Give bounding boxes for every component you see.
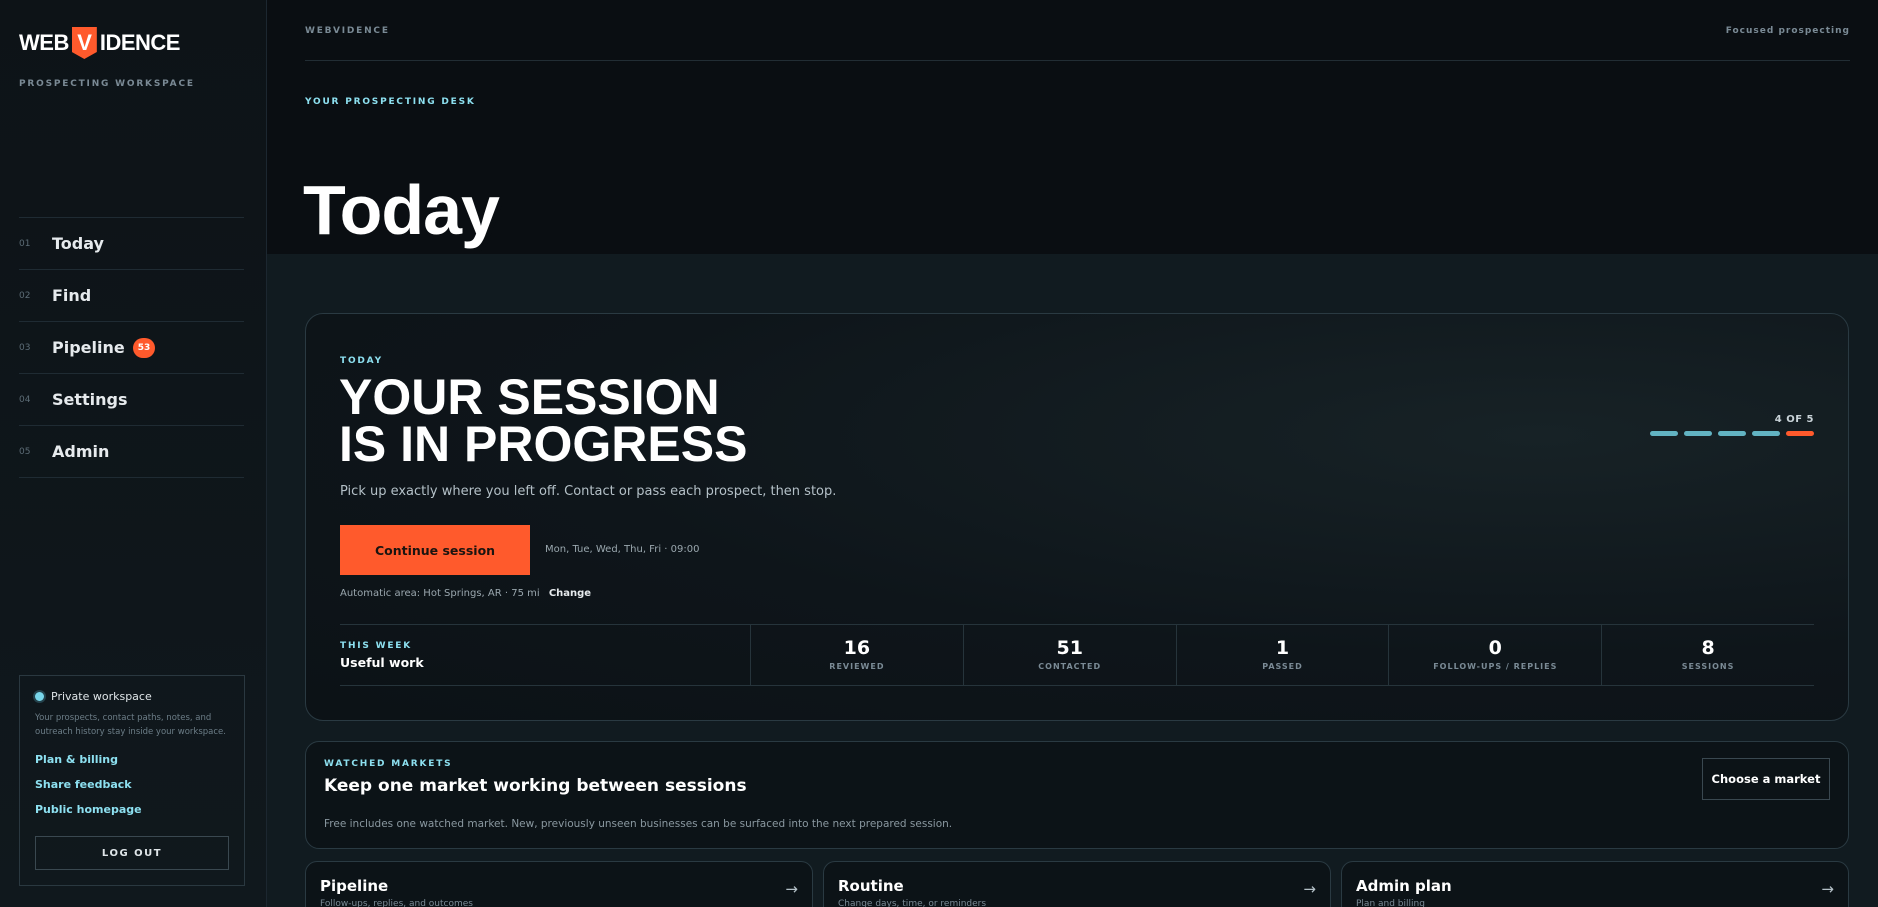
nav-label: Pipeline	[52, 338, 125, 357]
stat-passed: 1 PASSED	[1175, 625, 1389, 685]
markets-title: Keep one market working between sessions	[324, 776, 747, 796]
arrow-right-icon: →	[785, 880, 798, 898]
this-week-label: Useful work	[340, 655, 424, 670]
nav-label: Settings	[52, 390, 128, 409]
progress-segment	[1718, 431, 1746, 436]
tile-admin-plan[interactable]: Admin plan Plan and billing →	[1341, 861, 1849, 907]
page-title: Today	[303, 171, 500, 249]
stat-value: 8	[1701, 637, 1715, 659]
plan-billing-link[interactable]: Plan & billing	[35, 753, 229, 766]
tile-title: Pipeline	[320, 877, 389, 895]
automatic-area-text: Automatic area: Hot Springs, AR · 75 mi	[340, 588, 540, 599]
nav-item-today[interactable]: 01 Today	[19, 218, 244, 270]
shortcut-tiles: Pipeline Follow-ups, replies, and outcom…	[305, 861, 1849, 907]
topbar-brand: WEBVIDENCE	[305, 26, 390, 36]
stat-value: 0	[1488, 637, 1502, 659]
arrow-right-icon: →	[1303, 880, 1316, 898]
desk-label: YOUR PROSPECTING DESK	[305, 97, 476, 107]
progress-segment	[1752, 431, 1780, 436]
private-workspace-title: Private workspace	[35, 690, 229, 703]
tile-subtitle: Change days, time, or reminders	[838, 899, 987, 907]
progress-count: 4 OF 5	[1774, 414, 1814, 425]
top-bar: WEBVIDENCE Focused prospecting	[305, 0, 1850, 61]
nav-label: Today	[52, 234, 104, 253]
session-card: TODAY YOUR SESSION IS IN PROGRESS Pick u…	[305, 313, 1849, 721]
tile-subtitle: Plan and billing	[1356, 899, 1425, 907]
markets-description: Free includes one watched market. New, p…	[324, 818, 953, 830]
stat-sessions: 8 SESSIONS	[1601, 625, 1814, 685]
stat-label: PASSED	[1262, 662, 1303, 671]
progress-bars	[1644, 431, 1814, 436]
nav-item-admin[interactable]: 05 Admin	[19, 426, 244, 478]
stat-label: CONTACTED	[1038, 662, 1102, 671]
stat-label: SESSIONS	[1681, 662, 1735, 671]
nav-item-settings[interactable]: 04 Settings	[19, 374, 244, 426]
progress-segment	[1786, 431, 1814, 436]
private-workspace-panel: Private workspace Your prospects, contac…	[19, 675, 245, 886]
arrow-right-icon: →	[1821, 880, 1834, 898]
logo[interactable]: WEB V IDENCE	[19, 27, 181, 59]
private-workspace-label: Private workspace	[51, 690, 152, 703]
logout-button[interactable]: LOG OUT	[35, 836, 229, 870]
tile-title: Routine	[838, 877, 904, 895]
logo-text-right: IDENCE	[99, 30, 181, 55]
stat-contacted: 51 CONTACTED	[962, 625, 1176, 685]
main-content: WEBVIDENCE Focused prospecting YOUR PROS…	[267, 0, 1878, 907]
automatic-area: Automatic area: Hot Springs, AR · 75 mi …	[340, 588, 591, 599]
nav-number: 05	[19, 446, 31, 457]
choose-market-button[interactable]: Choose a market	[1702, 758, 1830, 800]
this-week: THIS WEEK Useful work	[340, 625, 750, 685]
change-area-link[interactable]: Change	[549, 588, 591, 599]
nav-item-pipeline[interactable]: 03 Pipeline 53	[19, 322, 244, 374]
session-subtitle: Pick up exactly where you left off. Cont…	[340, 484, 837, 499]
session-title: YOUR SESSION IS IN PROGRESS	[339, 369, 1039, 472]
workspace-label: PROSPECTING WORKSPACE	[19, 79, 195, 89]
session-progress: 4 OF 5	[1644, 414, 1814, 436]
stat-label: REVIEWED	[829, 662, 885, 671]
stat-reviewed: 16 REVIEWED	[750, 625, 963, 685]
nav-label: Find	[52, 286, 92, 305]
stat-label: FOLLOW-UPS / REPLIES	[1433, 662, 1558, 671]
nav-number: 02	[19, 290, 31, 301]
nav-number: 01	[19, 238, 31, 249]
stat-followups: 0 FOLLOW-UPS / REPLIES	[1388, 625, 1601, 685]
tile-pipeline[interactable]: Pipeline Follow-ups, replies, and outcom…	[305, 861, 813, 907]
watched-markets-card: WATCHED MARKETS Keep one market working …	[305, 741, 1849, 849]
weekly-stats: THIS WEEK Useful work 16 REVIEWED 51 CON…	[340, 624, 1814, 686]
status-dot-icon	[35, 692, 44, 701]
progress-segment	[1684, 431, 1712, 436]
share-feedback-link[interactable]: Share feedback	[35, 778, 229, 791]
this-week-eyebrow: THIS WEEK	[340, 641, 413, 651]
session-schedule: Mon, Tue, Wed, Thu, Fri · 09:00	[545, 544, 700, 555]
tile-title: Admin plan	[1356, 877, 1452, 895]
stat-value: 51	[1056, 637, 1083, 659]
public-homepage-link[interactable]: Public homepage	[35, 803, 229, 816]
stat-value: 16	[843, 637, 871, 659]
stat-value: 1	[1275, 637, 1290, 659]
tile-routine[interactable]: Routine Change days, time, or reminders …	[823, 861, 1331, 907]
nav-item-find[interactable]: 02 Find	[19, 270, 244, 322]
session-eyebrow: TODAY	[340, 356, 383, 366]
session-title-line-2: IS IN PROGRESS	[339, 416, 748, 472]
session-title-line-1: YOUR SESSION	[339, 369, 720, 425]
private-workspace-description: Your prospects, contact paths, notes, an…	[35, 713, 226, 737]
sidebar: WEB V IDENCE PROSPECTING WORKSPACE 01 To…	[0, 0, 267, 907]
nav-number: 03	[19, 342, 31, 353]
logo-text-left: WEB	[19, 30, 69, 55]
nav-label: Admin	[52, 442, 110, 461]
markets-eyebrow: WATCHED MARKETS	[324, 759, 453, 769]
progress-segment	[1650, 431, 1678, 436]
nav-number: 04	[19, 394, 31, 405]
sidebar-nav: 01 Today 02 Find 03 Pipeline 53 04 Setti…	[19, 217, 244, 478]
continue-session-button[interactable]: Continue session	[340, 525, 530, 575]
tile-subtitle: Follow-ups, replies, and outcomes	[320, 899, 473, 907]
topbar-tagline: Focused prospecting	[1725, 26, 1850, 36]
logo-v-shield: V	[71, 27, 97, 59]
pipeline-count-badge: 53	[132, 337, 156, 358]
